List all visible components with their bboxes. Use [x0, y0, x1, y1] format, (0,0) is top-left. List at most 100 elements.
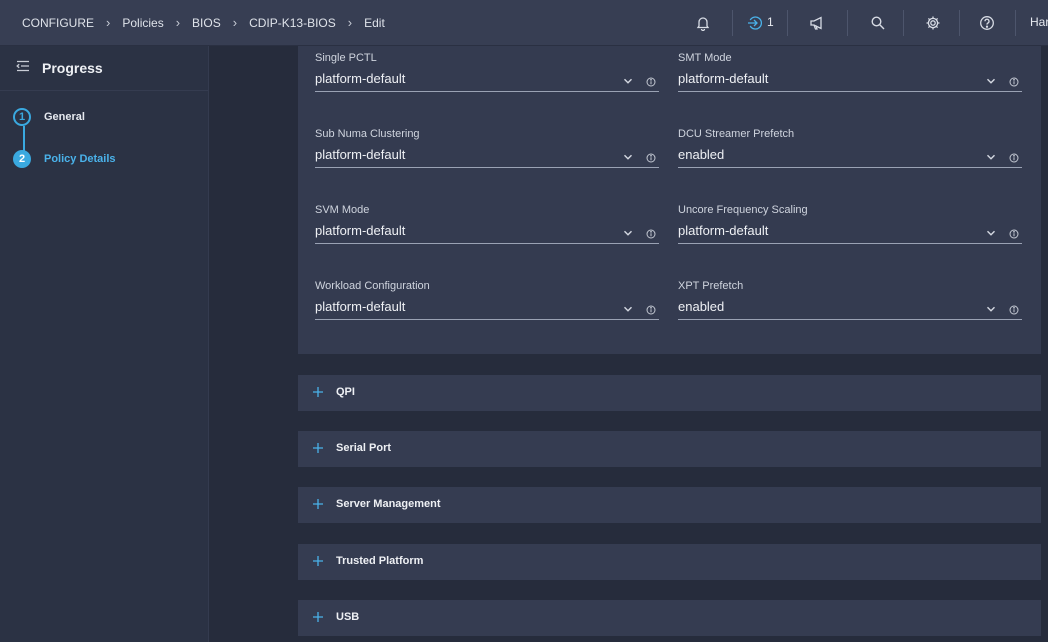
field-value: enabled	[678, 299, 725, 314]
login-requests-icon[interactable]	[744, 12, 766, 34]
section-title: Serial Port	[336, 442, 392, 454]
chevron-down-icon	[986, 73, 996, 91]
breadcrumb-policies[interactable]: Policies	[122, 16, 163, 30]
uncore-frequency-scaling-select[interactable]: platform-default	[678, 219, 1022, 244]
chevron-down-icon	[623, 301, 633, 319]
field-label: Workload Configuration	[315, 280, 430, 292]
chevron-right-icon: ›	[106, 15, 111, 30]
field-svm-mode: SVM Mode platform-default	[315, 203, 659, 244]
field-label: XPT Prefetch	[678, 280, 744, 292]
chevron-down-icon	[623, 73, 633, 91]
field-label: SVM Mode	[315, 204, 370, 216]
breadcrumb-configure[interactable]: CONFIGURE	[22, 16, 94, 30]
top-bar: CONFIGURE › Policies › BIOS › CDIP-K13-B…	[0, 0, 1048, 46]
field-label: Uncore Frequency Scaling	[678, 204, 808, 216]
megaphone-icon[interactable]	[806, 12, 828, 34]
dcu-streamer-prefetch-select[interactable]: enabled	[678, 143, 1022, 168]
chevron-down-icon	[986, 149, 996, 167]
chevron-down-icon	[986, 225, 996, 243]
chevron-right-icon: ›	[175, 15, 181, 30]
field-value: platform-default	[315, 299, 406, 314]
breadcrumb-current: Edit	[364, 15, 385, 30]
plus-icon	[312, 554, 324, 572]
progress-sidebar: Progress 1 General 2 Policy Details	[0, 46, 209, 642]
notification-count[interactable]: 1	[767, 15, 774, 29]
field-smt-mode: SMT Mode platform-default	[678, 51, 1022, 92]
step-number: 1	[13, 108, 31, 126]
breadcrumb-policy-name[interactable]: CDIP-K13-BIOS	[249, 16, 336, 30]
info-icon[interactable]	[1009, 74, 1019, 92]
step-policy-details[interactable]: 2 Policy Details	[13, 150, 116, 168]
bell-icon[interactable]	[692, 12, 714, 34]
info-icon[interactable]	[646, 302, 656, 320]
chevron-right-icon: ›	[232, 15, 238, 30]
info-icon[interactable]	[1009, 226, 1019, 244]
chevron-right-icon: ›	[347, 15, 353, 30]
svm-mode-select[interactable]: platform-default	[315, 219, 659, 244]
section-title: Server Management	[336, 498, 441, 510]
workload-configuration-select[interactable]: platform-default	[315, 295, 659, 320]
section-server-management[interactable]: Server Management	[298, 487, 1041, 523]
field-label: SMT Mode	[678, 52, 732, 64]
section-qpi[interactable]: QPI	[298, 375, 1041, 411]
field-uncore-frequency-scaling: Uncore Frequency Scaling platform-defaul…	[678, 203, 1022, 244]
smt-mode-select[interactable]: platform-default	[678, 67, 1022, 92]
info-icon[interactable]	[1009, 150, 1019, 168]
single-pctl-select[interactable]: platform-default	[315, 67, 659, 92]
step-label: Policy Details	[44, 153, 116, 165]
field-label: Sub Numa Clustering	[315, 128, 420, 140]
step-connector	[23, 126, 25, 152]
field-value: enabled	[678, 147, 725, 162]
divider	[732, 10, 733, 36]
field-value: platform-default	[678, 71, 769, 86]
section-title: QPI	[336, 386, 355, 398]
divider	[903, 10, 904, 36]
info-icon[interactable]	[646, 74, 656, 92]
field-value: platform-default	[315, 223, 406, 238]
divider	[1015, 10, 1016, 36]
progress-title: Progress	[42, 60, 103, 76]
field-value: platform-default	[315, 71, 406, 86]
step-label: General	[44, 111, 85, 123]
help-icon[interactable]	[976, 12, 998, 34]
field-sub-numa-clustering: Sub Numa Clustering platform-default	[315, 127, 659, 168]
chevron-down-icon	[623, 149, 633, 167]
section-title: USB	[336, 611, 360, 623]
collapse-menu-icon[interactable]	[16, 59, 30, 78]
field-label: Single PCTL	[315, 52, 377, 64]
section-title: Trusted Platform	[336, 555, 424, 567]
breadcrumb: CONFIGURE › Policies › BIOS › CDIP-K13-B…	[22, 0, 385, 45]
field-single-pctl: Single PCTL platform-default	[315, 51, 659, 92]
fields-panel: Single PCTL platform-default SMT Mode pl…	[298, 46, 1041, 354]
field-workload-configuration: Workload Configuration platform-default	[315, 279, 659, 320]
user-menu[interactable]: Har	[1030, 15, 1048, 29]
xpt-prefetch-select[interactable]: enabled	[678, 295, 1022, 320]
field-dcu-streamer-prefetch: DCU Streamer Prefetch enabled	[678, 127, 1022, 168]
field-label: DCU Streamer Prefetch	[678, 128, 795, 140]
section-usb[interactable]: USB	[298, 600, 1041, 636]
chevron-down-icon	[986, 301, 996, 319]
info-icon[interactable]	[646, 226, 656, 244]
divider	[847, 10, 848, 36]
sub-numa-clustering-select[interactable]: platform-default	[315, 143, 659, 168]
plus-icon	[312, 610, 324, 628]
divider	[787, 10, 788, 36]
step-general[interactable]: 1 General	[13, 108, 85, 126]
info-icon[interactable]	[1009, 302, 1019, 320]
plus-icon	[312, 497, 324, 515]
plus-icon	[312, 385, 324, 403]
chevron-down-icon	[623, 225, 633, 243]
step-number: 2	[13, 150, 31, 168]
field-xpt-prefetch: XPT Prefetch enabled	[678, 279, 1022, 320]
search-icon[interactable]	[867, 12, 889, 34]
divider	[959, 10, 960, 36]
section-trusted-platform[interactable]: Trusted Platform	[298, 544, 1041, 580]
field-value: platform-default	[315, 147, 406, 162]
info-icon[interactable]	[646, 150, 656, 168]
breadcrumb-bios[interactable]: BIOS	[192, 16, 221, 30]
section-serial-port[interactable]: Serial Port	[298, 431, 1041, 467]
progress-header: Progress	[0, 46, 208, 91]
gear-icon[interactable]	[922, 12, 944, 34]
plus-icon	[312, 441, 324, 459]
field-value: platform-default	[678, 223, 769, 238]
